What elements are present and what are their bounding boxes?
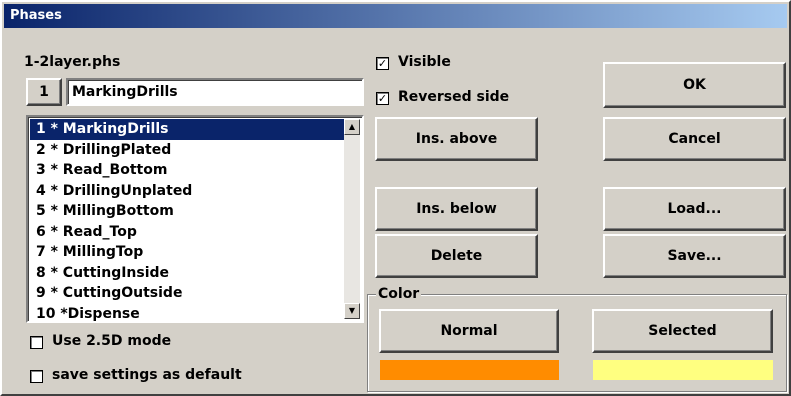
scroll-up-icon[interactable]: ▲ bbox=[344, 119, 360, 135]
phase-list-item[interactable]: 6 * Read_Top bbox=[30, 222, 346, 243]
cancel-button[interactable]: Cancel bbox=[603, 117, 786, 161]
ok-button[interactable]: OK bbox=[603, 62, 786, 108]
scroll-down-icon[interactable]: ▼ bbox=[344, 303, 360, 319]
phase-list-item[interactable]: 2 * DrillingPlated bbox=[30, 140, 346, 161]
visible-checkbox[interactable]: ✓ bbox=[376, 57, 389, 70]
check-mark-icon: ✓ bbox=[377, 57, 388, 70]
phase-list-item[interactable]: 1 * MarkingDrills bbox=[30, 119, 346, 140]
save-default-checkbox[interactable] bbox=[30, 370, 43, 383]
phase-list-items: 1 * MarkingDrills 2 * DrillingPlated 3 * R… bbox=[30, 119, 346, 324]
save-default-label: save settings as default bbox=[52, 367, 242, 383]
delete-button[interactable]: Delete bbox=[375, 234, 538, 278]
phase-list-item[interactable]: 10 *Dispense bbox=[30, 304, 346, 325]
selected-color-swatch bbox=[593, 360, 773, 380]
phase-index-button[interactable]: 1 bbox=[26, 78, 62, 106]
load-button[interactable]: Load... bbox=[603, 187, 786, 231]
color-group-title: Color bbox=[376, 286, 422, 302]
ins-above-button[interactable]: Ins. above bbox=[375, 117, 538, 161]
selected-color-button[interactable]: Selected bbox=[592, 309, 773, 353]
use-25d-checkbox[interactable] bbox=[30, 336, 43, 349]
use-25d-label: Use 2.5D mode bbox=[52, 333, 172, 349]
phase-index: 1 bbox=[39, 84, 49, 100]
window-title: Phases bbox=[10, 8, 62, 23]
visible-label: Visible bbox=[398, 54, 451, 70]
normal-color-label: Normal bbox=[440, 323, 498, 339]
file-name-label: 1-2layer.phs bbox=[24, 54, 121, 70]
save-label: Save... bbox=[667, 248, 722, 264]
selected-color-label: Selected bbox=[648, 323, 717, 339]
title-bar[interactable]: Phases bbox=[4, 4, 787, 28]
check-mark-icon: ✓ bbox=[377, 92, 388, 105]
phases-dialog: Phases 1-2layer.phs 1 1 * MarkingDrills2… bbox=[0, 0, 791, 396]
cancel-label: Cancel bbox=[668, 131, 721, 147]
reversed-side-label: Reversed side bbox=[398, 89, 510, 105]
phase-list-item[interactable]: 5 * MillingBottom bbox=[30, 201, 346, 222]
ins-below-label: Ins. below bbox=[416, 201, 497, 217]
save-button[interactable]: Save... bbox=[603, 234, 786, 278]
reversed-side-checkbox[interactable]: ✓ bbox=[376, 92, 389, 105]
load-label: Load... bbox=[667, 201, 722, 217]
ins-below-button[interactable]: Ins. below bbox=[375, 187, 538, 231]
phase-list-item[interactable]: 4 * DrillingUnplated bbox=[30, 181, 346, 202]
normal-color-swatch bbox=[380, 360, 559, 380]
phase-list-item[interactable]: 8 * CuttingInside bbox=[30, 263, 346, 284]
ok-label: OK bbox=[683, 77, 706, 93]
normal-color-button[interactable]: Normal bbox=[379, 309, 559, 353]
delete-label: Delete bbox=[430, 248, 483, 264]
phase-list[interactable]: 1 * MarkingDrills 2 * DrillingPlated 3 * R… bbox=[26, 115, 364, 323]
phase-list-scrollbar[interactable]: ▲ ▼ bbox=[344, 119, 360, 319]
phase-list-item[interactable]: 3 * Read_Bottom bbox=[30, 160, 346, 181]
phase-list-item[interactable]: 9 * CuttingOutside bbox=[30, 283, 346, 304]
phase-list-item[interactable]: 7 * MillingTop bbox=[30, 242, 346, 263]
phase-name-input[interactable] bbox=[66, 78, 364, 106]
ins-above-label: Ins. above bbox=[415, 131, 498, 147]
